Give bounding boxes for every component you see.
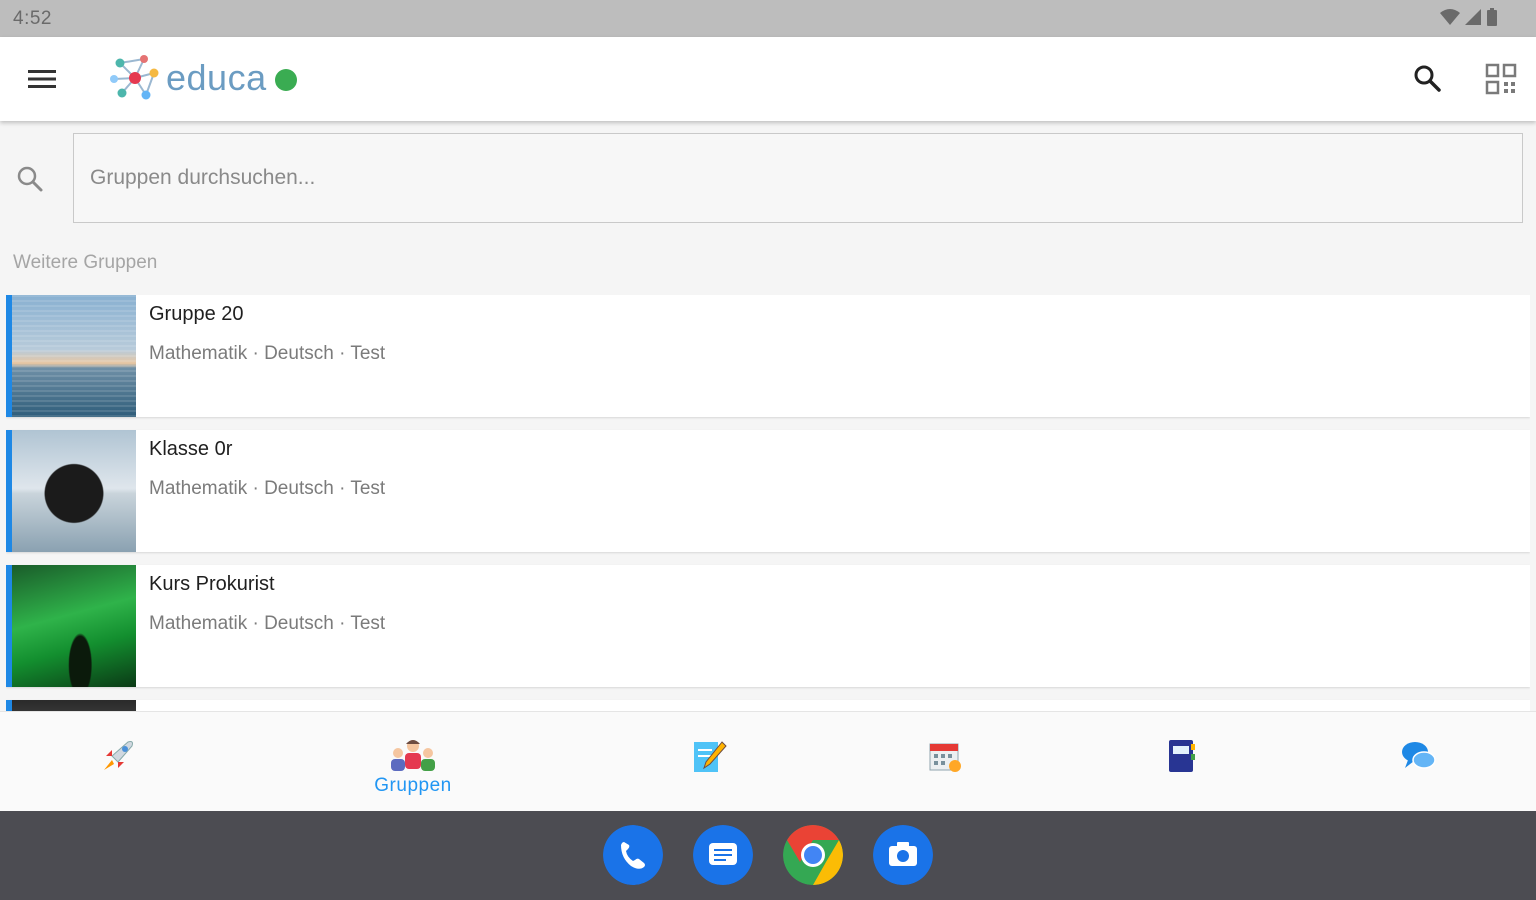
bottom-navigation: Gruppen <box>0 711 1536 812</box>
sea-horizon-image <box>12 295 136 417</box>
online-status-dot <box>274 68 297 91</box>
group-card[interactable]: Klasse 0r Mathematik · Deutsch · Test <box>6 430 1530 552</box>
hamburger-menu-icon[interactable] <box>26 64 58 94</box>
calendar-icon <box>929 743 961 772</box>
app-bar: educa <box>0 37 1536 121</box>
group-name: Klasse 0r <box>149 438 233 460</box>
group-name: Kurs Prokurist <box>149 573 275 595</box>
search-icon[interactable] <box>1410 61 1446 97</box>
wifi-icon <box>1440 9 1460 25</box>
group-card[interactable]: Kurs Prokurist Mathematik · Deutsch · Te… <box>6 565 1530 687</box>
android-dock <box>0 811 1536 900</box>
camera-icon[interactable] <box>873 825 933 885</box>
search-icon <box>17 166 43 192</box>
educa-molecule-icon <box>110 55 159 100</box>
nav-item-notebook[interactable] <box>1063 712 1299 812</box>
qr-code-icon[interactable] <box>1483 61 1519 97</box>
lake-rock-image <box>12 430 136 552</box>
notepad-pencil-icon <box>694 741 727 772</box>
battery-icon <box>1487 8 1497 26</box>
group-search-input[interactable] <box>73 133 1523 223</box>
nav-item-notes[interactable] <box>590 712 826 812</box>
group-card[interactable]: Gruppe 20 Mathematik · Deutsch · Test <box>6 295 1530 417</box>
group-thumbnail-image <box>12 700 136 711</box>
group-list[interactable]: Gruppe 20 Mathematik · Deutsch · Test Kl… <box>6 295 1530 711</box>
nav-item-chat[interactable] <box>1300 712 1536 812</box>
group-search-row <box>0 121 1536 239</box>
group-card-partial[interactable] <box>6 700 1530 711</box>
app-name: educa <box>166 57 267 98</box>
system-icons <box>1440 8 1498 26</box>
chrome-icon[interactable] <box>783 825 843 885</box>
nav-item-gruppen[interactable]: Gruppen <box>295 712 531 812</box>
group-subjects: Mathematik · Deutsch · Test <box>149 478 386 499</box>
messages-icon[interactable] <box>693 825 753 885</box>
phone-icon[interactable] <box>603 825 663 885</box>
nav-item-rocket[interactable] <box>0 712 236 812</box>
group-subjects: Mathematik · Deutsch · Test <box>149 613 386 634</box>
nav-label: Gruppen <box>374 775 452 796</box>
status-bar: 4:52 <box>0 0 1536 37</box>
cell-signal-icon <box>1465 9 1481 25</box>
nav-item-calendar[interactable] <box>827 712 1063 812</box>
notebook-icon <box>1169 740 1195 772</box>
status-time: 4:52 <box>13 8 52 29</box>
rocket-icon <box>104 741 133 770</box>
app-logo: educa <box>108 51 297 105</box>
group-people-icon <box>391 740 435 771</box>
group-subjects: Mathematik · Deutsch · Test <box>149 343 386 364</box>
aurora-image <box>12 565 136 687</box>
group-name: Gruppe 20 <box>149 303 244 325</box>
chat-bubbles-icon <box>1402 742 1436 769</box>
section-heading: Weitere Gruppen <box>13 252 158 273</box>
